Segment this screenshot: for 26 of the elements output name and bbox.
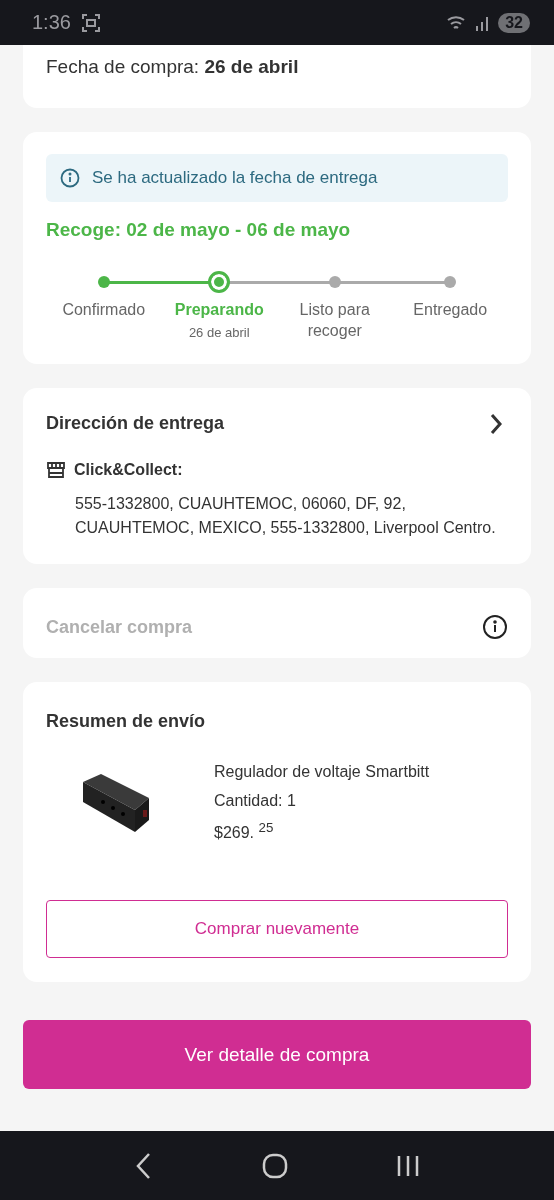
step-date: 26 de abril [188,325,250,343]
step-label: Preparando [174,300,264,321]
home-icon[interactable] [262,1152,288,1179]
rebuy-button[interactable]: Comprar nuevamente [46,900,508,959]
product-price: $269. $^{25}$ [214,819,275,844]
pickup-method: Click&Collect: [74,459,183,480]
status-time: 1:36 [32,11,71,34]
address-text: 555-1332800, CUAUHTEMOC, 06060, DF, 92, CUAUHTEMOC, MEXICO, 555-1332800, Liverpool Centro. [74,494,497,539]
section-title: Resumen de envío [46,710,207,734]
recents-icon[interactable] [396,1153,420,1178]
step-label: Confirmado [62,300,146,321]
screenshot-icon [80,12,101,33]
step-label: Entregado [413,300,488,321]
chevron-right-icon[interactable] [489,412,503,435]
product-name: Regulador de voltaje Smartbitt [214,761,430,782]
notice-text: Se ha actualizado la fecha de entrega [92,166,378,189]
battery-level: 32 [498,12,530,33]
pickup-dates: Recoge: 02 de mayo - 06 de mayo [46,217,352,242]
purchase-detail-button[interactable]: Ver detalle de compra [23,1020,531,1090]
step-label: Listo para recoger [298,300,371,342]
section-title: Dirección de entrega [46,412,225,436]
store-icon [46,460,66,479]
purchase-date: Fecha de compra: 26 de abril [46,55,300,79]
info-icon[interactable] [482,614,508,641]
product-quantity: Cantidad: 1 [214,790,297,811]
info-icon [60,167,80,188]
